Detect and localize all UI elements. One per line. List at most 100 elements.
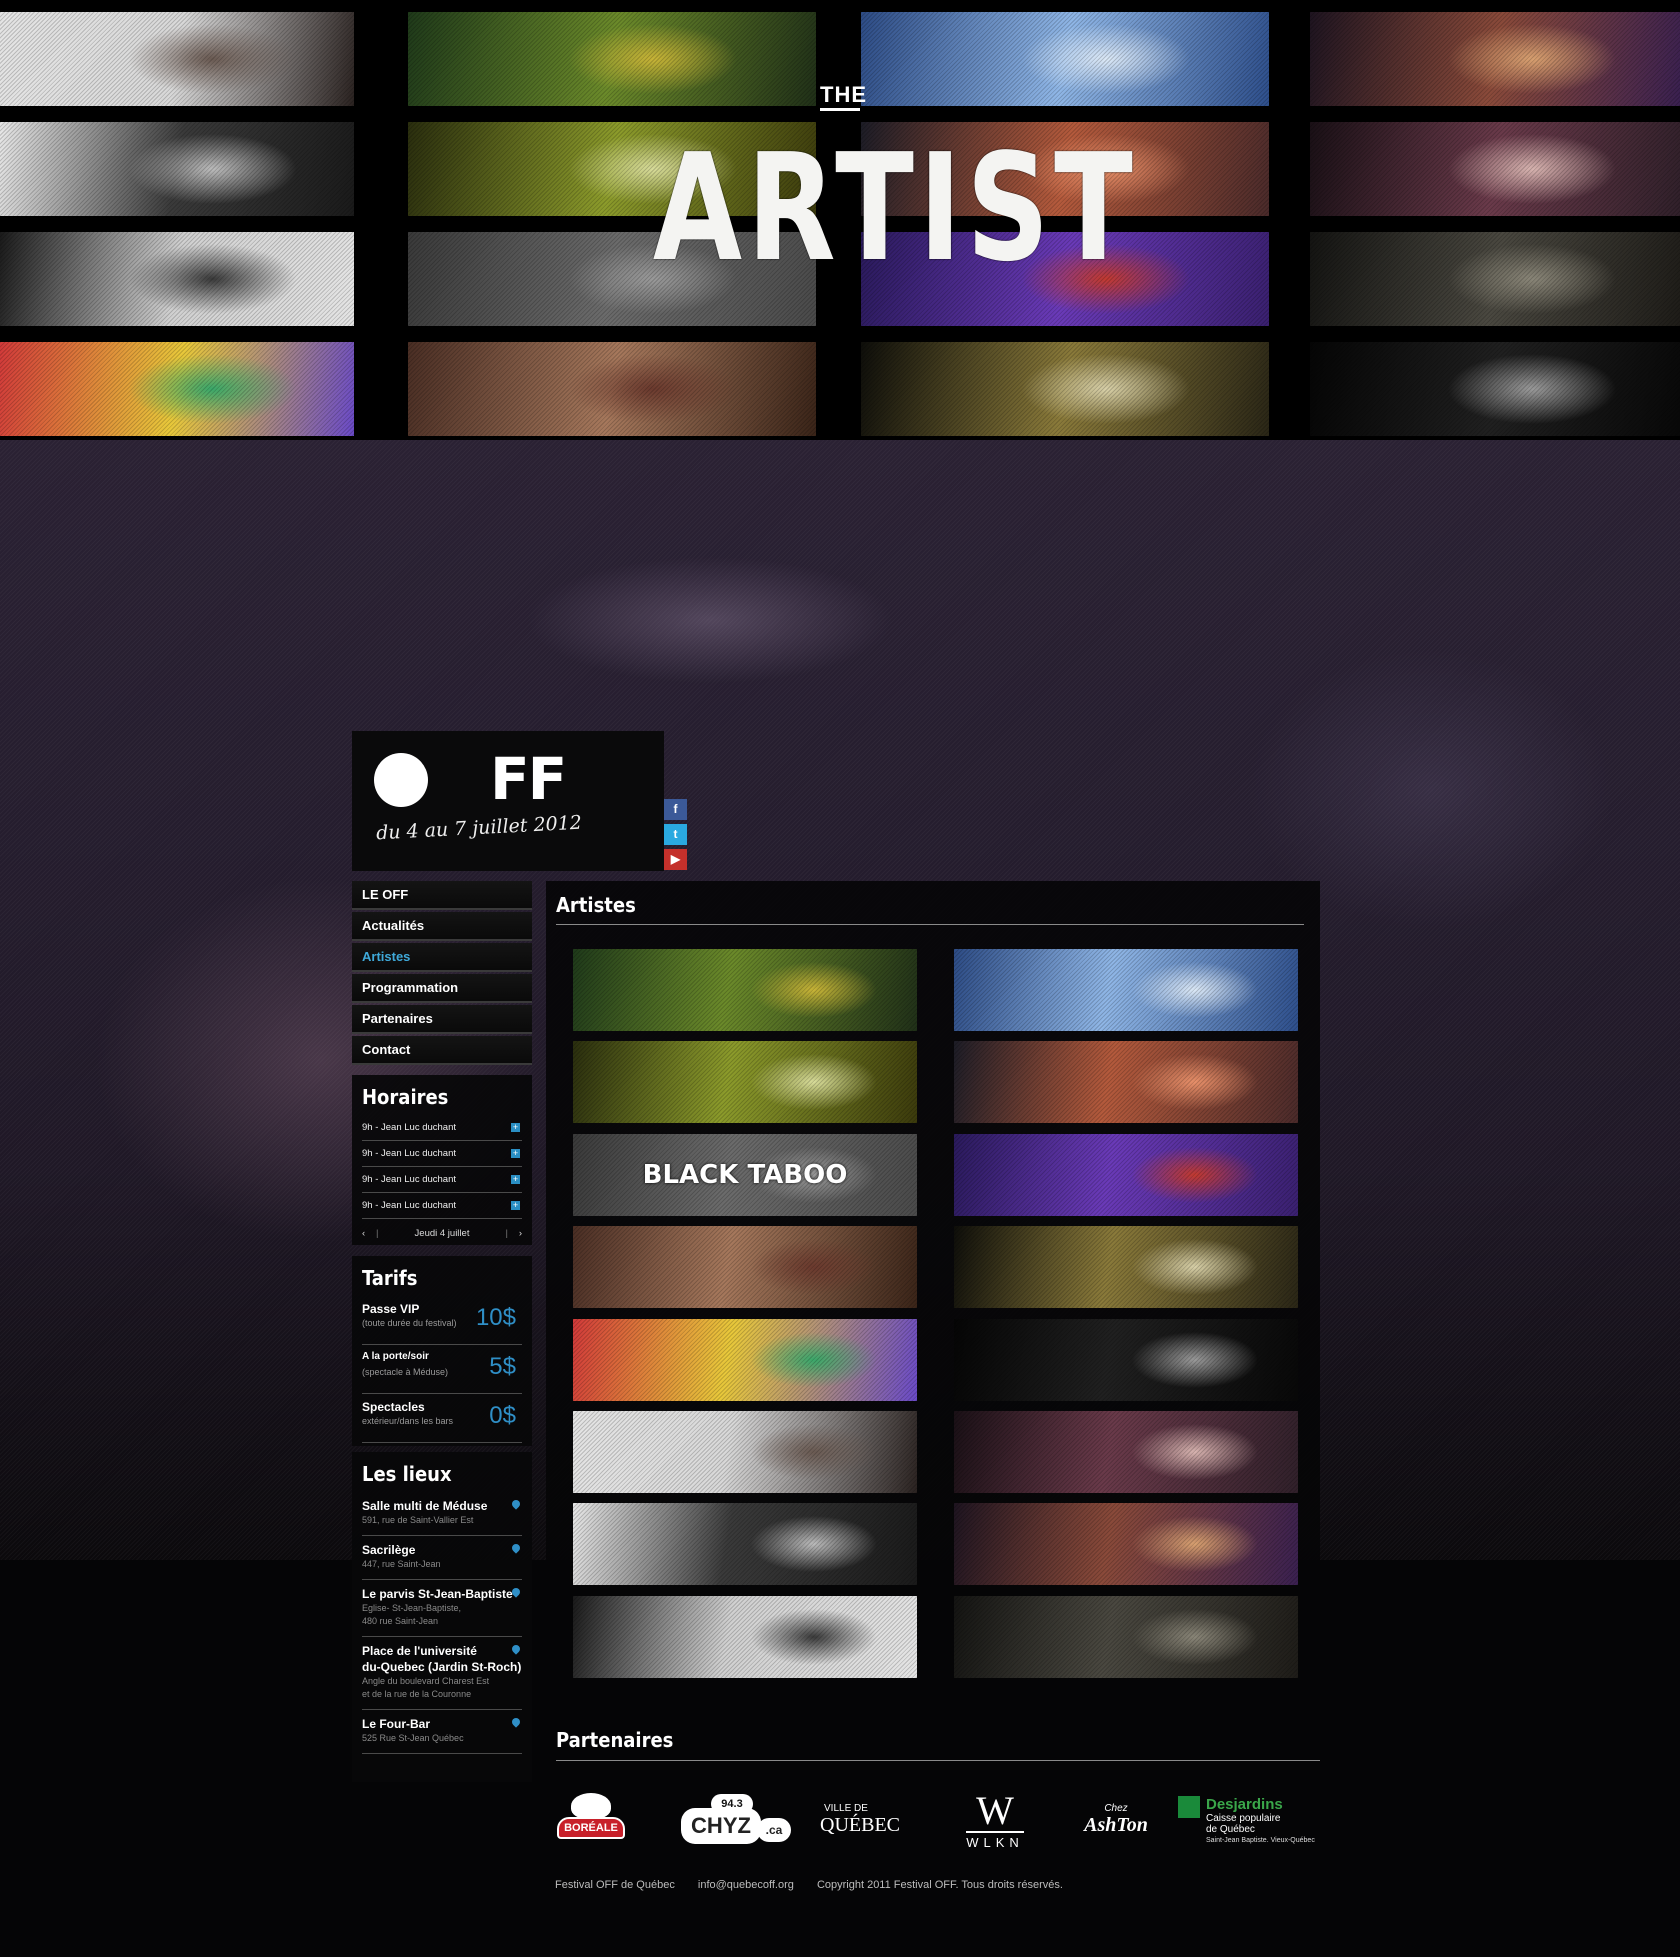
- divider: [556, 1760, 1320, 1761]
- lieu-item[interactable]: Place de l'université du-Quebec (Jardin …: [362, 1637, 522, 1710]
- tarif-name: A la porte/soir: [362, 1351, 429, 1362]
- logo-ff-text: FF: [490, 745, 567, 813]
- lieu-address: 447, rue Saint-Jean: [362, 1559, 441, 1569]
- tarif-sub: extérieur/dans les bars: [362, 1416, 454, 1426]
- footer: Festival OFF de Québec info@quebecoff.or…: [555, 1879, 1083, 1891]
- desjardins-logo[interactable]: Desjardins Caisse populaire de Québec Sa…: [1178, 1790, 1322, 1850]
- tarif-sub: (spectacle à Méduse): [362, 1367, 449, 1377]
- footer-copyright: Copyright 2011 Festival OFF. Tous droits…: [816, 1879, 1063, 1891]
- plus-icon[interactable]: +: [511, 1123, 520, 1132]
- day-navigator: ‹ | Jeudi 4 juillet | ›: [362, 1219, 522, 1249]
- main-nav: LE OFF Actualités Artistes Programmation…: [352, 881, 532, 1065]
- artist-thumbnail[interactable]: [954, 1503, 1298, 1586]
- artist-thumbnail[interactable]: [573, 1226, 917, 1309]
- header-photo-tile: [408, 342, 816, 436]
- lieu-name: Le Four-Bar: [362, 1717, 431, 1731]
- horaire-row: 9h - Jean Luc duchant +: [362, 1167, 522, 1193]
- tarif-price: 0$: [489, 1402, 516, 1429]
- horaires-box: Horaires 9h - Jean Luc duchant + 9h - Jea…: [352, 1075, 532, 1245]
- nav-item-contact[interactable]: Contact: [352, 1036, 532, 1065]
- festival-logo[interactable]: FF du 4 au 7 juillet 2012: [352, 731, 664, 871]
- chyz-logo[interactable]: 94.3 CHYZ .ca: [680, 1790, 794, 1850]
- horaire-row: 9h - Jean Luc duchant +: [362, 1141, 522, 1167]
- footer-festival-name: Festival OFF de Québec: [555, 1879, 675, 1891]
- header-artist-title: ARTIST: [652, 122, 1138, 294]
- artist-thumbnail[interactable]: [573, 1503, 917, 1586]
- lieu-item[interactable]: Le Four-Bar 525 Rue St-Jean Québec: [362, 1710, 522, 1754]
- header-photo-tile: [408, 12, 816, 106]
- horaire-row: 9h - Jean Luc duchant +: [362, 1115, 522, 1141]
- lieu-name: Le parvis St-Jean-Baptiste: [362, 1587, 513, 1601]
- artist-thumbnail[interactable]: [573, 1595, 917, 1678]
- lieu-item[interactable]: Sacrilège 447, rue Saint-Jean: [362, 1536, 522, 1580]
- tarifs-title: Tarifs: [362, 1266, 418, 1290]
- artist-thumbnail[interactable]: [954, 949, 1298, 1031]
- next-day-button[interactable]: ›: [519, 1219, 522, 1249]
- header-photo-tile: [0, 122, 354, 216]
- nav-item-partenaires[interactable]: Partenaires: [352, 1005, 532, 1034]
- boreale-logo[interactable]: BORÉALE: [556, 1790, 626, 1850]
- lieu-name: Sacrilège: [362, 1543, 416, 1557]
- twitter-icon[interactable]: t: [664, 824, 687, 845]
- horaires-title: Horaires: [362, 1085, 449, 1109]
- wlkn-logo[interactable]: W WLKN: [960, 1790, 1030, 1850]
- plus-icon[interactable]: +: [511, 1201, 520, 1210]
- header-photo-tile: [0, 342, 354, 436]
- lieu-name: Place de l'université du-Quebec (Jardin …: [362, 1644, 522, 1674]
- partenaires-title: Partenaires: [556, 1728, 674, 1752]
- lieu-item[interactable]: Le parvis St-Jean-Baptiste Eglise- St-Je…: [362, 1580, 522, 1637]
- lieux-box: Les lieux Salle multi de Méduse 591, rue…: [352, 1452, 532, 1782]
- tarif-name: Spectacles: [362, 1400, 425, 1414]
- header-photo-tile: [0, 232, 354, 326]
- tarif-price: 10$: [475, 1304, 516, 1331]
- artist-thumbnail[interactable]: [573, 1318, 917, 1401]
- desjardins-icon: [1178, 1796, 1200, 1818]
- artist-thumbnail[interactable]: [573, 949, 917, 1031]
- artist-thumbnail[interactable]: [573, 1411, 917, 1493]
- logo-o-circle: [374, 753, 428, 807]
- artist-thumbnail[interactable]: [573, 1041, 917, 1124]
- header-photo-tile: [1310, 12, 1680, 106]
- nav-item-le-off[interactable]: LE OFF: [352, 881, 532, 910]
- header-photo-tile: [1310, 122, 1680, 216]
- artist-thumbnail[interactable]: [954, 1226, 1298, 1309]
- lieu-address: 591, rue de Saint-Vallier Est: [362, 1515, 474, 1525]
- artist-thumbnail[interactable]: [954, 1041, 1298, 1124]
- tarifs-box: Tarifs Passe VIP (toute durée du festiva…: [352, 1256, 532, 1446]
- nav-item-programmation[interactable]: Programmation: [352, 974, 532, 1003]
- artist-thumbnail[interactable]: [954, 1411, 1298, 1493]
- plus-icon[interactable]: +: [511, 1175, 520, 1184]
- horaire-row: 9h - Jean Luc duchant +: [362, 1193, 522, 1219]
- current-day: Jeudi 4 juillet: [414, 1228, 470, 1239]
- artist-thumbnail[interactable]: [954, 1318, 1298, 1401]
- lieu-item[interactable]: Salle multi de Méduse 591, rue de Saint-…: [362, 1492, 522, 1536]
- lieu-address: 525 Rue St-Jean Québec: [362, 1733, 464, 1743]
- logo-dates: du 4 au 7 juillet 2012: [375, 811, 583, 845]
- tarif-row: A la porte/soir (spectacle à Méduse) 5$: [362, 1345, 522, 1394]
- tarif-sub: (toute durée du festival): [362, 1318, 457, 1328]
- tarif-name: Passe VIP: [362, 1302, 420, 1316]
- artistes-title: Artistes: [556, 893, 636, 917]
- lieu-name: Salle multi de Méduse: [362, 1499, 488, 1513]
- lieux-title: Les lieux: [362, 1462, 452, 1486]
- artist-thumbnail-black-taboo[interactable]: BLACK TABOO: [573, 1133, 917, 1216]
- footer-email-link[interactable]: info@quebecoff.org: [698, 1879, 794, 1891]
- header-photo-tile: [0, 12, 354, 106]
- lieu-address: Angle du boulevard Charest Est et de la …: [362, 1676, 490, 1699]
- header-photo-tile: [861, 342, 1269, 436]
- header-photo-tile: [1310, 232, 1680, 326]
- ashton-logo[interactable]: Chez AshTon: [1080, 1790, 1152, 1850]
- header-photo-tile: [861, 12, 1269, 106]
- tarif-row: Spectacles extérieur/dans les bars 0$: [362, 1394, 522, 1443]
- artist-thumbnail[interactable]: [954, 1133, 1298, 1216]
- artist-thumbnail[interactable]: [954, 1595, 1298, 1678]
- tarif-price: 5$: [489, 1353, 516, 1380]
- nav-item-artistes[interactable]: Artistes: [352, 943, 532, 972]
- facebook-icon[interactable]: f: [664, 799, 687, 820]
- artist-thumbnail-label: BLACK TABOO: [642, 1159, 848, 1190]
- youtube-icon[interactable]: ▶: [664, 849, 687, 870]
- plus-icon[interactable]: +: [511, 1149, 520, 1158]
- divider: [556, 924, 1304, 925]
- ville-de-quebec-logo[interactable]: VILLE DE QUÉBEC: [820, 1790, 912, 1850]
- nav-item-actualites[interactable]: Actualités: [352, 912, 532, 941]
